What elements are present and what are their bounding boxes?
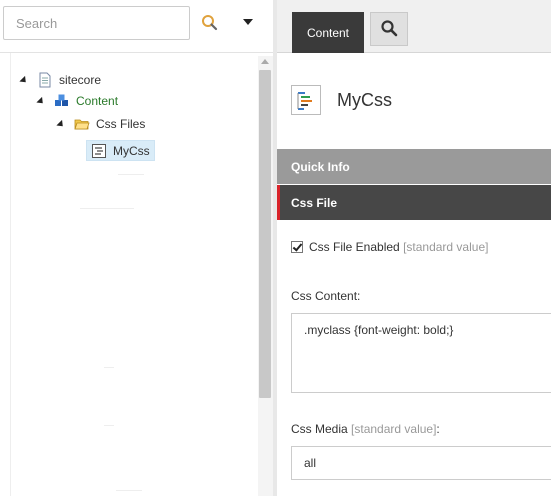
tree-node-label: sitecore (59, 73, 102, 87)
css-file-enabled-checkbox[interactable] (291, 241, 303, 253)
css-file-enabled-row: Css File Enabled [standard value] (291, 240, 488, 254)
search-tab-button[interactable] (370, 12, 408, 46)
folder-icon (74, 116, 90, 132)
expand-toggle-icon[interactable] (56, 119, 66, 129)
divider (116, 490, 142, 491)
tab-content[interactable]: Content (292, 12, 364, 53)
content-tree-pane: sitecore Content Css Files (0, 0, 273, 496)
divider (104, 425, 114, 426)
document-icon (37, 72, 53, 88)
css-media-label: Css Media [standard value]: (291, 422, 440, 436)
css-file-icon (291, 85, 321, 115)
css-file-icon (91, 143, 107, 159)
expand-toggle-icon[interactable] (36, 96, 46, 106)
tree-node-sitecore[interactable]: sitecore (19, 70, 102, 90)
tree-node-content[interactable]: Content (36, 91, 119, 111)
item-title: MyCss (337, 89, 392, 110)
field-label: Css File Enabled (309, 240, 400, 254)
tree-node-label: Content (76, 94, 119, 108)
scroll-up-icon[interactable] (261, 59, 269, 64)
editor-tabbar: Content (277, 0, 551, 53)
expand-toggle-icon[interactable] (19, 75, 29, 85)
search-box (3, 6, 190, 40)
tree-node-css-files[interactable]: Css Files (56, 114, 146, 134)
item-header: MyCss (291, 85, 392, 115)
search-icon[interactable] (199, 12, 221, 34)
content-cubes-icon (54, 93, 70, 109)
tree-node-label: MyCss (113, 143, 150, 158)
section-css-file[interactable]: Css File (277, 185, 551, 220)
divider (80, 208, 134, 209)
label-colon: : (436, 422, 440, 436)
divider (104, 367, 114, 368)
css-content-label: Css Content: (291, 289, 361, 303)
divider (10, 53, 11, 496)
divider (0, 52, 273, 53)
standard-value-note: [standard value] (403, 240, 489, 254)
section-quick-info[interactable]: Quick Info (277, 149, 551, 184)
tree-node-mycss[interactable]: MyCss (86, 140, 155, 161)
divider (118, 174, 144, 175)
tree-node-label: Css Files (96, 117, 146, 131)
scrollbar-thumb[interactable] (259, 70, 271, 398)
search-input[interactable] (4, 7, 189, 39)
content-editor-pane: Content MyCss Quick Info Css File Css Fi… (277, 0, 551, 496)
search-icon (380, 19, 398, 40)
css-content-textarea[interactable]: .myclass {font-weight: bold;} (291, 313, 551, 393)
css-media-input[interactable]: all (291, 446, 551, 480)
standard-value-note: [standard value] (351, 422, 437, 436)
chevron-down-icon[interactable] (241, 15, 255, 29)
field-label: Css Media (291, 422, 348, 436)
